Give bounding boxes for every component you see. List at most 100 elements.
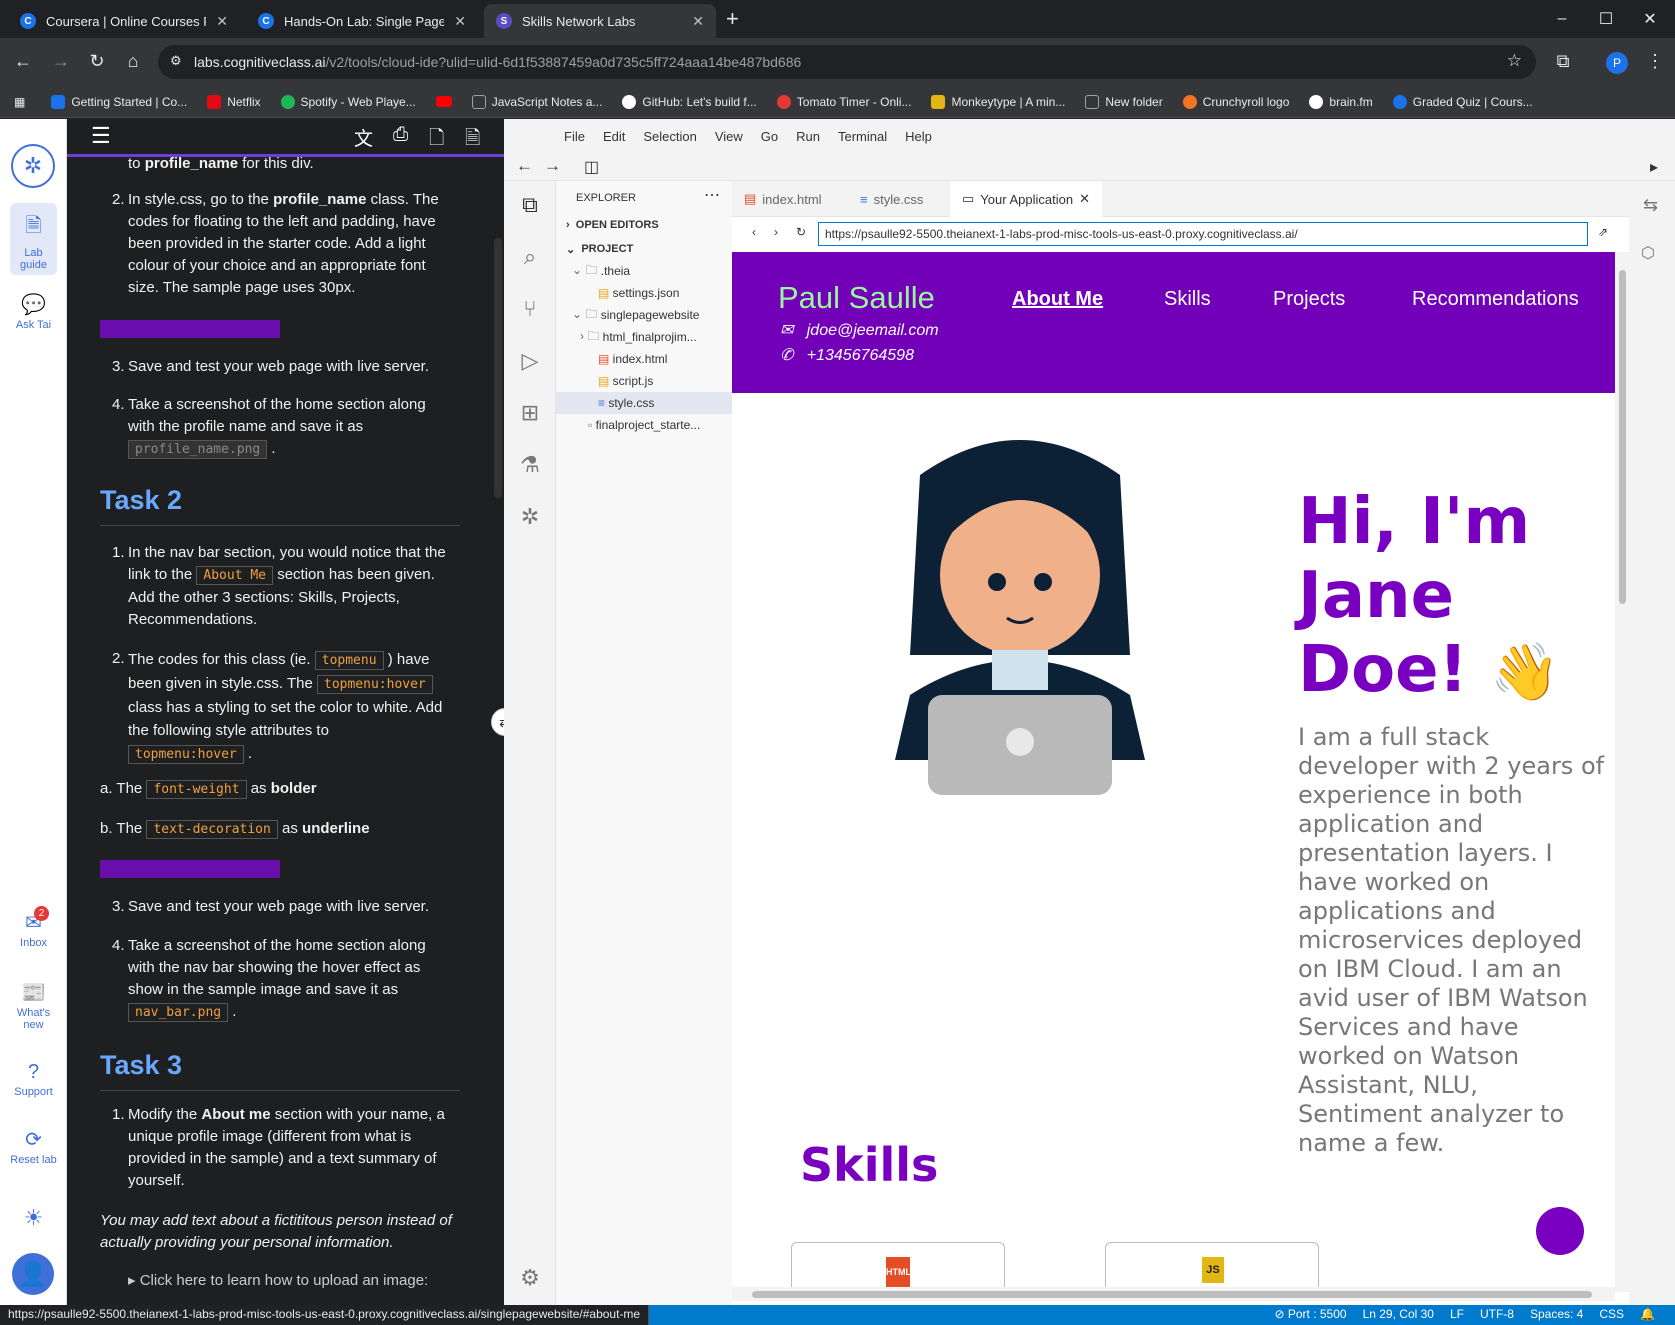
back-icon[interactable]: ← xyxy=(8,46,38,76)
toggle-secondary-panel-icon[interactable]: ▸ xyxy=(1650,157,1658,177)
bookmark-item[interactable]: Tomato Timer - Onli... xyxy=(776,94,911,109)
bookmark-item[interactable]: Spotify - Web Playe... xyxy=(280,94,416,109)
tree-item[interactable]: ⌄ 🗀 singlepagewebsite xyxy=(556,304,732,326)
document-icon[interactable]: 🗎 xyxy=(465,124,480,156)
tree-item-selected[interactable]: ≡ style.css xyxy=(556,392,732,414)
guide-scrollbar[interactable] xyxy=(494,238,502,498)
project-section[interactable]: ⌄ PROJECT xyxy=(556,238,732,260)
tree-item[interactable]: ▤ script.js xyxy=(556,370,732,392)
scroll-thumb[interactable] xyxy=(1619,270,1626,604)
nav-skills[interactable]: Skills xyxy=(1164,288,1211,311)
print-icon[interactable]: ⎙ xyxy=(393,124,408,146)
run-debug-icon[interactable]: ▷ xyxy=(504,348,556,374)
port-status[interactable]: ⊘ Port : 5500 xyxy=(1274,1307,1346,1321)
maximize-icon[interactable]: ☐ xyxy=(1584,0,1628,38)
preview-horizontal-scrollbar[interactable] xyxy=(732,1287,1615,1301)
menu-file[interactable]: File xyxy=(564,129,585,144)
file-encoding[interactable]: UTF-8 xyxy=(1480,1307,1514,1321)
user-avatar[interactable]: 👤 xyxy=(12,1253,54,1295)
hex-icon[interactable]: ⬡ xyxy=(1641,243,1655,263)
menu-run[interactable]: Run xyxy=(796,129,820,144)
site-info-icon[interactable]: ⚙ xyxy=(170,53,182,69)
window-close-icon[interactable]: ✕ xyxy=(1628,0,1672,38)
chevron-right-icon[interactable]: › xyxy=(774,225,778,239)
scroll-thumb[interactable] xyxy=(752,1291,1592,1298)
menu-terminal[interactable]: Terminal xyxy=(838,129,887,144)
back-icon[interactable]: ← xyxy=(516,156,533,176)
tree-item[interactable]: › 🗀 html_finalprojim... xyxy=(556,326,732,348)
line-ending[interactable]: LF xyxy=(1450,1307,1464,1321)
reset-lab-button[interactable]: ⟳ Reset lab xyxy=(0,1127,67,1166)
testing-flask-icon[interactable]: ⚗ xyxy=(504,452,556,478)
bookmark-item[interactable]: New folder xyxy=(1085,94,1163,109)
open-editors-section[interactable]: › OPEN EDITORS xyxy=(556,214,732,236)
close-icon[interactable]: ✕ xyxy=(216,13,228,30)
search-icon[interactable]: ⌕ xyxy=(504,244,556,270)
browser-tab-hands-on-lab[interactable]: C Hands-On Lab: Single Page Por ✕ xyxy=(246,4,478,38)
chevron-left-icon[interactable]: ‹ xyxy=(752,225,756,239)
cursor-position[interactable]: Ln 29, Col 30 xyxy=(1363,1307,1434,1321)
reload-icon[interactable]: ↻ xyxy=(82,46,112,76)
bookmark-item[interactable]: Graded Quiz | Cours... xyxy=(1392,94,1533,109)
settings-gear-icon[interactable]: ⚙ xyxy=(504,1265,556,1291)
inbox-button[interactable]: ✉ Inbox 2 xyxy=(0,906,67,949)
language-mode[interactable]: CSS xyxy=(1599,1307,1624,1321)
editor-tab-style-css[interactable]: ≡ style.css xyxy=(848,181,935,217)
explorer-icon[interactable]: ⧉ xyxy=(504,192,556,218)
forward-icon[interactable]: → xyxy=(46,46,76,76)
indentation[interactable]: Spaces: 4 xyxy=(1530,1307,1583,1321)
nav-projects[interactable]: Projects xyxy=(1273,288,1345,311)
cast-icon[interactable]: ⧉ xyxy=(1548,46,1578,76)
preview-vertical-scrollbar[interactable] xyxy=(1615,252,1629,1292)
menu-go[interactable]: Go xyxy=(761,129,778,144)
menu-selection[interactable]: Selection xyxy=(643,129,696,144)
menu-view[interactable]: View xyxy=(715,129,743,144)
menu-icon[interactable]: ☰ xyxy=(91,123,111,149)
open-external-icon[interactable]: ⇗ xyxy=(1598,225,1608,239)
editor-tab-your-application[interactable]: ▭ Your Application ✕ xyxy=(950,181,1102,217)
apps-grid-icon[interactable]: ▦ xyxy=(14,95,25,109)
reload-icon[interactable]: ↻ xyxy=(796,225,806,239)
floating-action-button[interactable] xyxy=(1536,1207,1584,1255)
details-toggle[interactable]: ▸ Click here to learn how to upload an i… xyxy=(128,1270,428,1292)
ask-tai-button[interactable]: 💬 Ask Tai xyxy=(0,292,67,331)
toggle-panel-icon[interactable]: ◫ xyxy=(584,157,599,177)
bookmark-item[interactable] xyxy=(435,96,452,107)
tree-item[interactable]: ▤ index.html xyxy=(556,348,732,370)
home-icon[interactable]: ⌂ xyxy=(118,46,148,76)
editor-tab-index-html[interactable]: ▤ index.html xyxy=(732,181,834,217)
bookmark-star-icon[interactable]: ☆ xyxy=(1507,51,1522,71)
menu-edit[interactable]: Edit xyxy=(603,129,625,144)
theme-toggle-icon[interactable]: ☀ xyxy=(0,1205,67,1231)
profile-avatar[interactable]: P xyxy=(1606,52,1628,74)
menu-kebab-icon[interactable]: ⋮ xyxy=(1640,46,1670,76)
close-icon[interactable]: ✕ xyxy=(692,13,704,30)
tree-item[interactable]: ▫ finalproject_starte... xyxy=(556,414,732,436)
source-control-icon[interactable]: ⑂ xyxy=(504,296,556,322)
tree-item[interactable]: ▤ settings.json xyxy=(556,282,732,304)
bookmark-item[interactable]: Netflix xyxy=(207,94,261,109)
menu-help[interactable]: Help xyxy=(905,129,932,144)
skills-network-logo-icon[interactable]: ✲ xyxy=(11,144,55,188)
minimize-icon[interactable]: – xyxy=(1540,0,1584,38)
bookmark-item[interactable]: JavaScript Notes a... xyxy=(471,94,602,109)
close-icon[interactable]: ✕ xyxy=(454,13,466,30)
bookmark-item[interactable]: Crunchyroll logo xyxy=(1182,94,1289,109)
address-bar[interactable]: ⚙ labs.cognitiveclass.ai/v2/tools/cloud-… xyxy=(158,45,1536,79)
more-actions-icon[interactable]: ⋯ xyxy=(704,185,720,205)
close-icon[interactable]: ✕ xyxy=(1079,191,1090,207)
bookmark-item[interactable]: brain.fm xyxy=(1309,94,1373,109)
forward-icon[interactable]: → xyxy=(544,156,561,176)
support-button[interactable]: ? Support xyxy=(0,1061,67,1098)
preview-url-input[interactable]: https://psaulle92-5500.theianext-1-labs-… xyxy=(818,222,1588,246)
browser-tab-coursera[interactable]: C Coursera | Online Courses From ✕ xyxy=(8,4,240,38)
skills-network-toolbox-icon[interactable]: ✲ xyxy=(504,504,556,530)
whats-new-button[interactable]: 📰 What's new xyxy=(0,980,67,1031)
nav-about-me[interactable]: About Me xyxy=(1012,288,1103,311)
extensions-icon[interactable]: ⊞ xyxy=(504,400,556,426)
lab-guide-button[interactable]: 🗎 Lab guide xyxy=(10,203,57,275)
nav-recommendations[interactable]: Recommendations xyxy=(1412,288,1579,311)
bookmark-item[interactable]: Monkeytype | A min... xyxy=(931,94,1065,109)
new-tab-icon[interactable]: + xyxy=(726,6,739,32)
add-document-icon[interactable]: 🗋 xyxy=(429,124,444,156)
